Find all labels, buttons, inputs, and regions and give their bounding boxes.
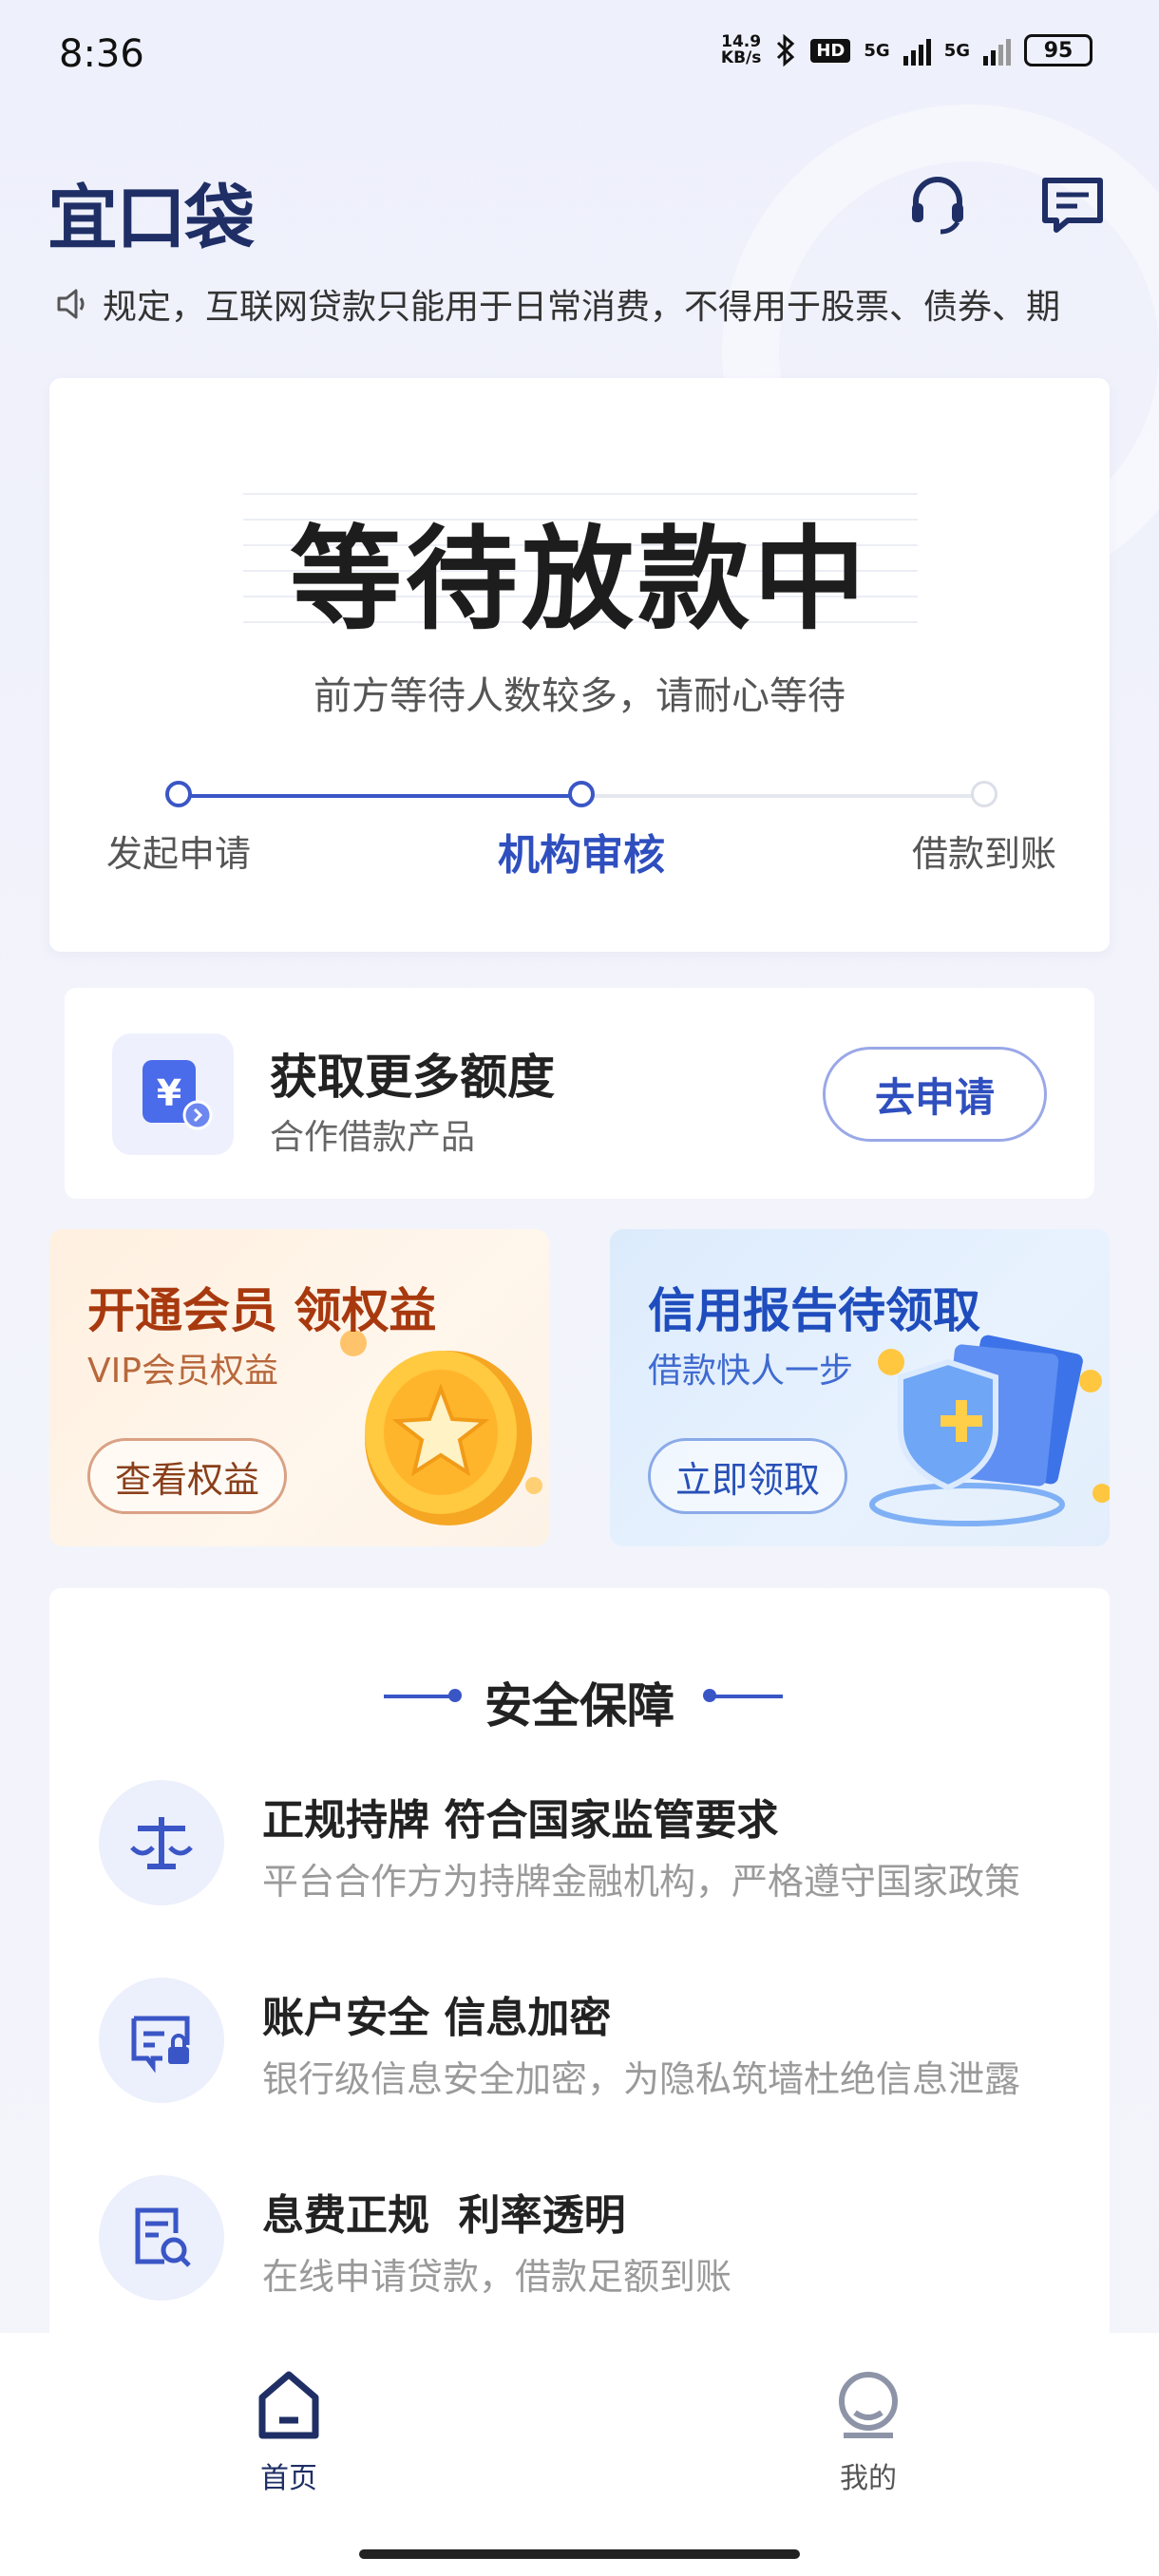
view-benefits-button[interactable]: 查看权益	[87, 1438, 288, 1514]
step-label-apply: 发起申请	[105, 833, 251, 875]
quota-subtitle: 合作借款产品	[270, 1118, 476, 1157]
yuan-wallet-icon: ¥	[112, 1033, 234, 1155]
credit-title: 信用报告待领取	[648, 1283, 980, 1338]
safety-item: 息费正规 利率透明 在线申请贷款，借款足额到账	[99, 2175, 1087, 2308]
bluetooth-icon	[777, 34, 795, 66]
nav-home[interactable]: 首页	[194, 2367, 384, 2496]
notice-bar[interactable]: 规定，互联网贷款只能用于日常消费，不得用于股票、债券、期	[53, 277, 1108, 331]
app-logo: 宜口袋	[48, 178, 255, 259]
gesture-home-bar[interactable]	[359, 2549, 800, 2559]
safety-item-desc: 平台合作方为持牌金融机构，严格遵守国家政策	[262, 1861, 1021, 1903]
status-icons: 14.9 KB/s HD 5G 5G 95	[721, 34, 1092, 66]
headset-icon[interactable]	[904, 171, 971, 237]
signal-bars-1-icon	[902, 35, 931, 66]
safety-item-title: 正规持牌 符合国家监管要求	[262, 1796, 779, 1845]
message-icon[interactable]	[1039, 171, 1106, 237]
signal-label-2: 5G	[943, 40, 970, 61]
nav-home-label: 首页	[260, 2462, 317, 2495]
apply-button[interactable]: 去申请	[823, 1047, 1047, 1142]
nav-profile[interactable]: 我的	[773, 2367, 963, 2496]
vip-title: 开通会员 领权益	[87, 1283, 437, 1338]
claim-now-button[interactable]: 立即领取	[648, 1438, 848, 1514]
safety-card: 安全保障 正规持牌 符合国家监管要求 平台合作方为持牌金融机构，严格遵守国家政策…	[49, 1588, 1110, 2367]
quota-title: 获取更多额度	[270, 1050, 555, 1105]
vip-subtitle: VIP会员权益	[87, 1352, 278, 1391]
status-time: 8:36	[59, 32, 144, 76]
loan-status-title: 等待放款中	[289, 514, 869, 645]
battery-icon: 95	[1024, 34, 1092, 66]
safety-item-title: 息费正规 利率透明	[262, 2191, 626, 2240]
step-dot-review	[568, 781, 595, 807]
notice-text: 规定，互联网贷款只能用于日常消费，不得用于股票、债券、期	[103, 288, 1061, 327]
bottom-nav: 首页 我的	[0, 2333, 1159, 2576]
profile-icon	[839, 2372, 898, 2438]
nav-profile-label: 我的	[840, 2462, 897, 2495]
safety-item-desc: 在线申请贷款，借款足额到账	[262, 2256, 732, 2298]
balance-scale-icon	[99, 1780, 224, 1905]
speaker-icon	[57, 289, 85, 319]
step-dot-arrival	[971, 781, 998, 807]
loan-status-card: 等待放款中 前方等待人数较多，请耐心等待 发起申请 机构审核 借款到账	[49, 378, 1110, 952]
signal-label-1: 5G	[864, 40, 890, 61]
document-search-icon	[99, 2175, 224, 2301]
id-card-lock-icon	[99, 1978, 224, 2103]
step-label-review: 机构审核	[498, 831, 665, 880]
safety-item: 账户安全 信息加密 银行级信息安全加密，为隐私筑墙杜绝信息泄露	[99, 1978, 1087, 2111]
home-icon	[258, 2371, 319, 2439]
safety-title: 安全保障	[484, 1678, 674, 1733]
hd-badge: HD	[810, 38, 851, 63]
svg-text:¥: ¥	[157, 1072, 181, 1114]
safety-item: 正规持牌 符合国家监管要求 平台合作方为持牌金融机构，严格遵守国家政策	[99, 1780, 1087, 1913]
credit-report-promo-card[interactable]: 信用报告待领取 借款快人一步 立即领取	[610, 1229, 1110, 1546]
gold-star-coin-icon	[340, 1330, 542, 1525]
safety-item-desc: 银行级信息安全加密，为隐私筑墙杜绝信息泄露	[262, 2058, 1021, 2100]
status-bar: 8:36 14.9 KB/s HD 5G 5G 95	[0, 0, 1159, 114]
network-speed: 14.9 KB/s	[720, 32, 762, 67]
progress-fill	[179, 794, 580, 798]
signal-bars-2-icon	[983, 35, 1011, 66]
safety-item-title: 账户安全 信息加密	[262, 1994, 612, 2042]
more-quota-card[interactable]: ¥ 获取更多额度 合作借款产品 去申请	[65, 988, 1094, 1199]
loan-status-subtitle: 前方等待人数较多，请耐心等待	[314, 674, 846, 718]
step-label-arrival: 借款到账	[911, 833, 1056, 875]
step-dot-apply	[165, 781, 192, 807]
shield-report-icon	[869, 1335, 1110, 1526]
vip-promo-card[interactable]: 开通会员 领权益 VIP会员权益 查看权益	[49, 1229, 549, 1546]
credit-subtitle: 借款快人一步	[648, 1352, 854, 1391]
